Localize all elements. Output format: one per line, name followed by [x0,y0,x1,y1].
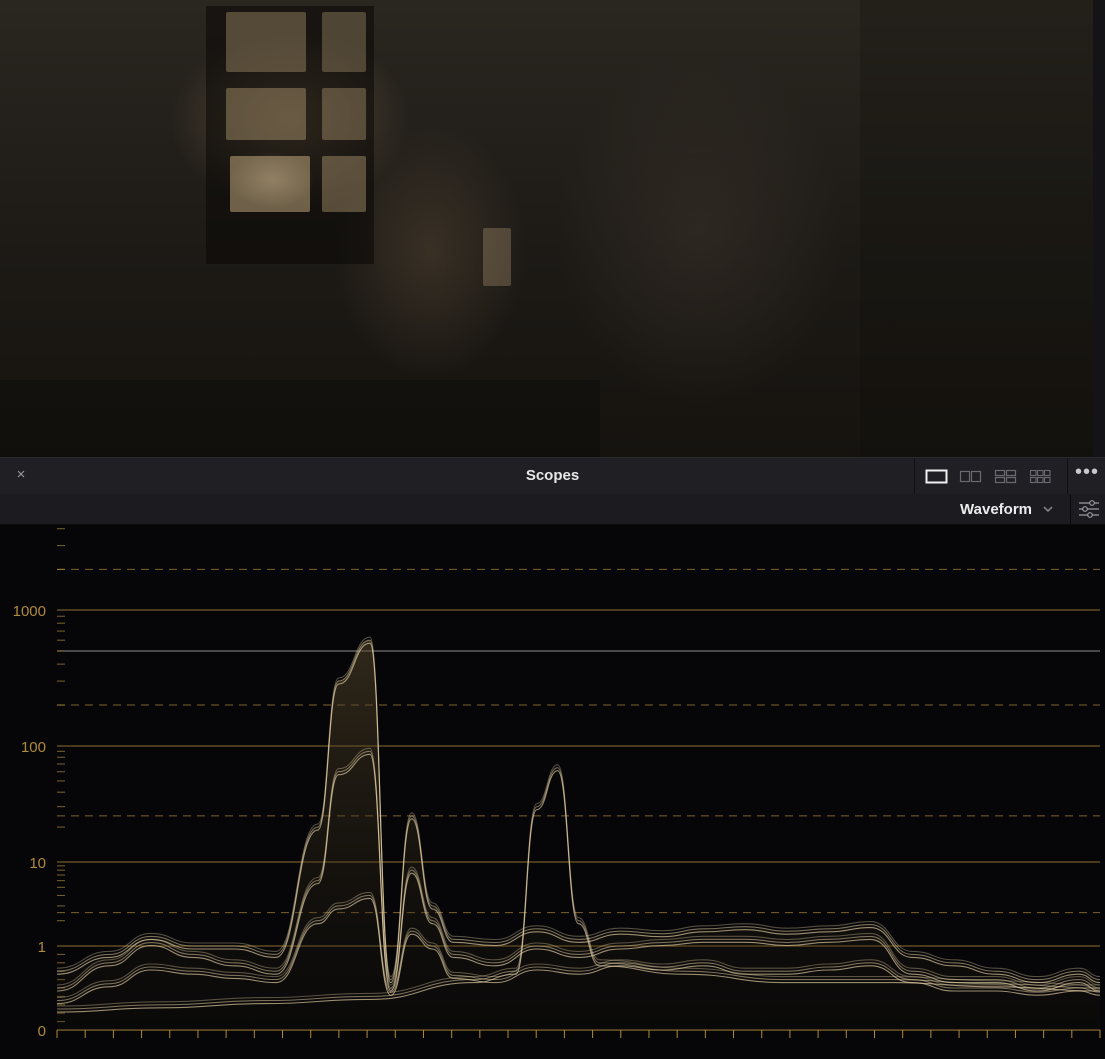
window-pane [322,12,366,72]
chevron-down-icon [1042,502,1054,520]
window-pane [322,156,366,212]
sliders-icon [1078,500,1100,523]
foreground-shadow [0,380,600,457]
two-up-layout-icon[interactable] [959,467,983,485]
single-view-layout-icon[interactable] [925,467,949,485]
waveform-trace [56,642,1101,984]
window-pane [230,156,310,212]
scopes-toolbar: Waveform [0,494,1105,525]
waveform-scope: 0 1 10 100 1000 [0,525,1105,1054]
scope-settings-button[interactable] [1070,494,1105,524]
y-tick-label: 10 [29,855,46,872]
distant-window [483,228,511,286]
window-pane [226,88,306,140]
door-shadow [860,0,1093,457]
more-options-icon[interactable]: ••• [1073,462,1101,486]
y-tick-label: 0 [38,1023,46,1040]
y-tick-label: 100 [21,739,46,756]
layout-buttons [914,458,1068,494]
y-tick-label: 1000 [13,603,46,620]
four-up-layout-icon[interactable] [994,467,1018,485]
close-icon[interactable]: × [12,466,30,484]
window-pane [322,88,366,140]
scopes-header: × Scopes ••• [0,457,1105,495]
y-tick-label: 1 [38,939,46,956]
waveform-trace [56,639,1101,981]
viewer-scrollbar[interactable] [1093,0,1105,457]
scope-type-label: Waveform [960,501,1032,518]
video-frame-viewer [0,0,1093,457]
scope-type-dropdown[interactable]: Waveform [940,496,1062,522]
window-pane [226,12,306,72]
waveform-trace [56,636,1101,978]
six-up-layout-icon[interactable] [1029,467,1053,485]
waveform-chart: 0 1 10 100 1000 [13,528,1101,1040]
